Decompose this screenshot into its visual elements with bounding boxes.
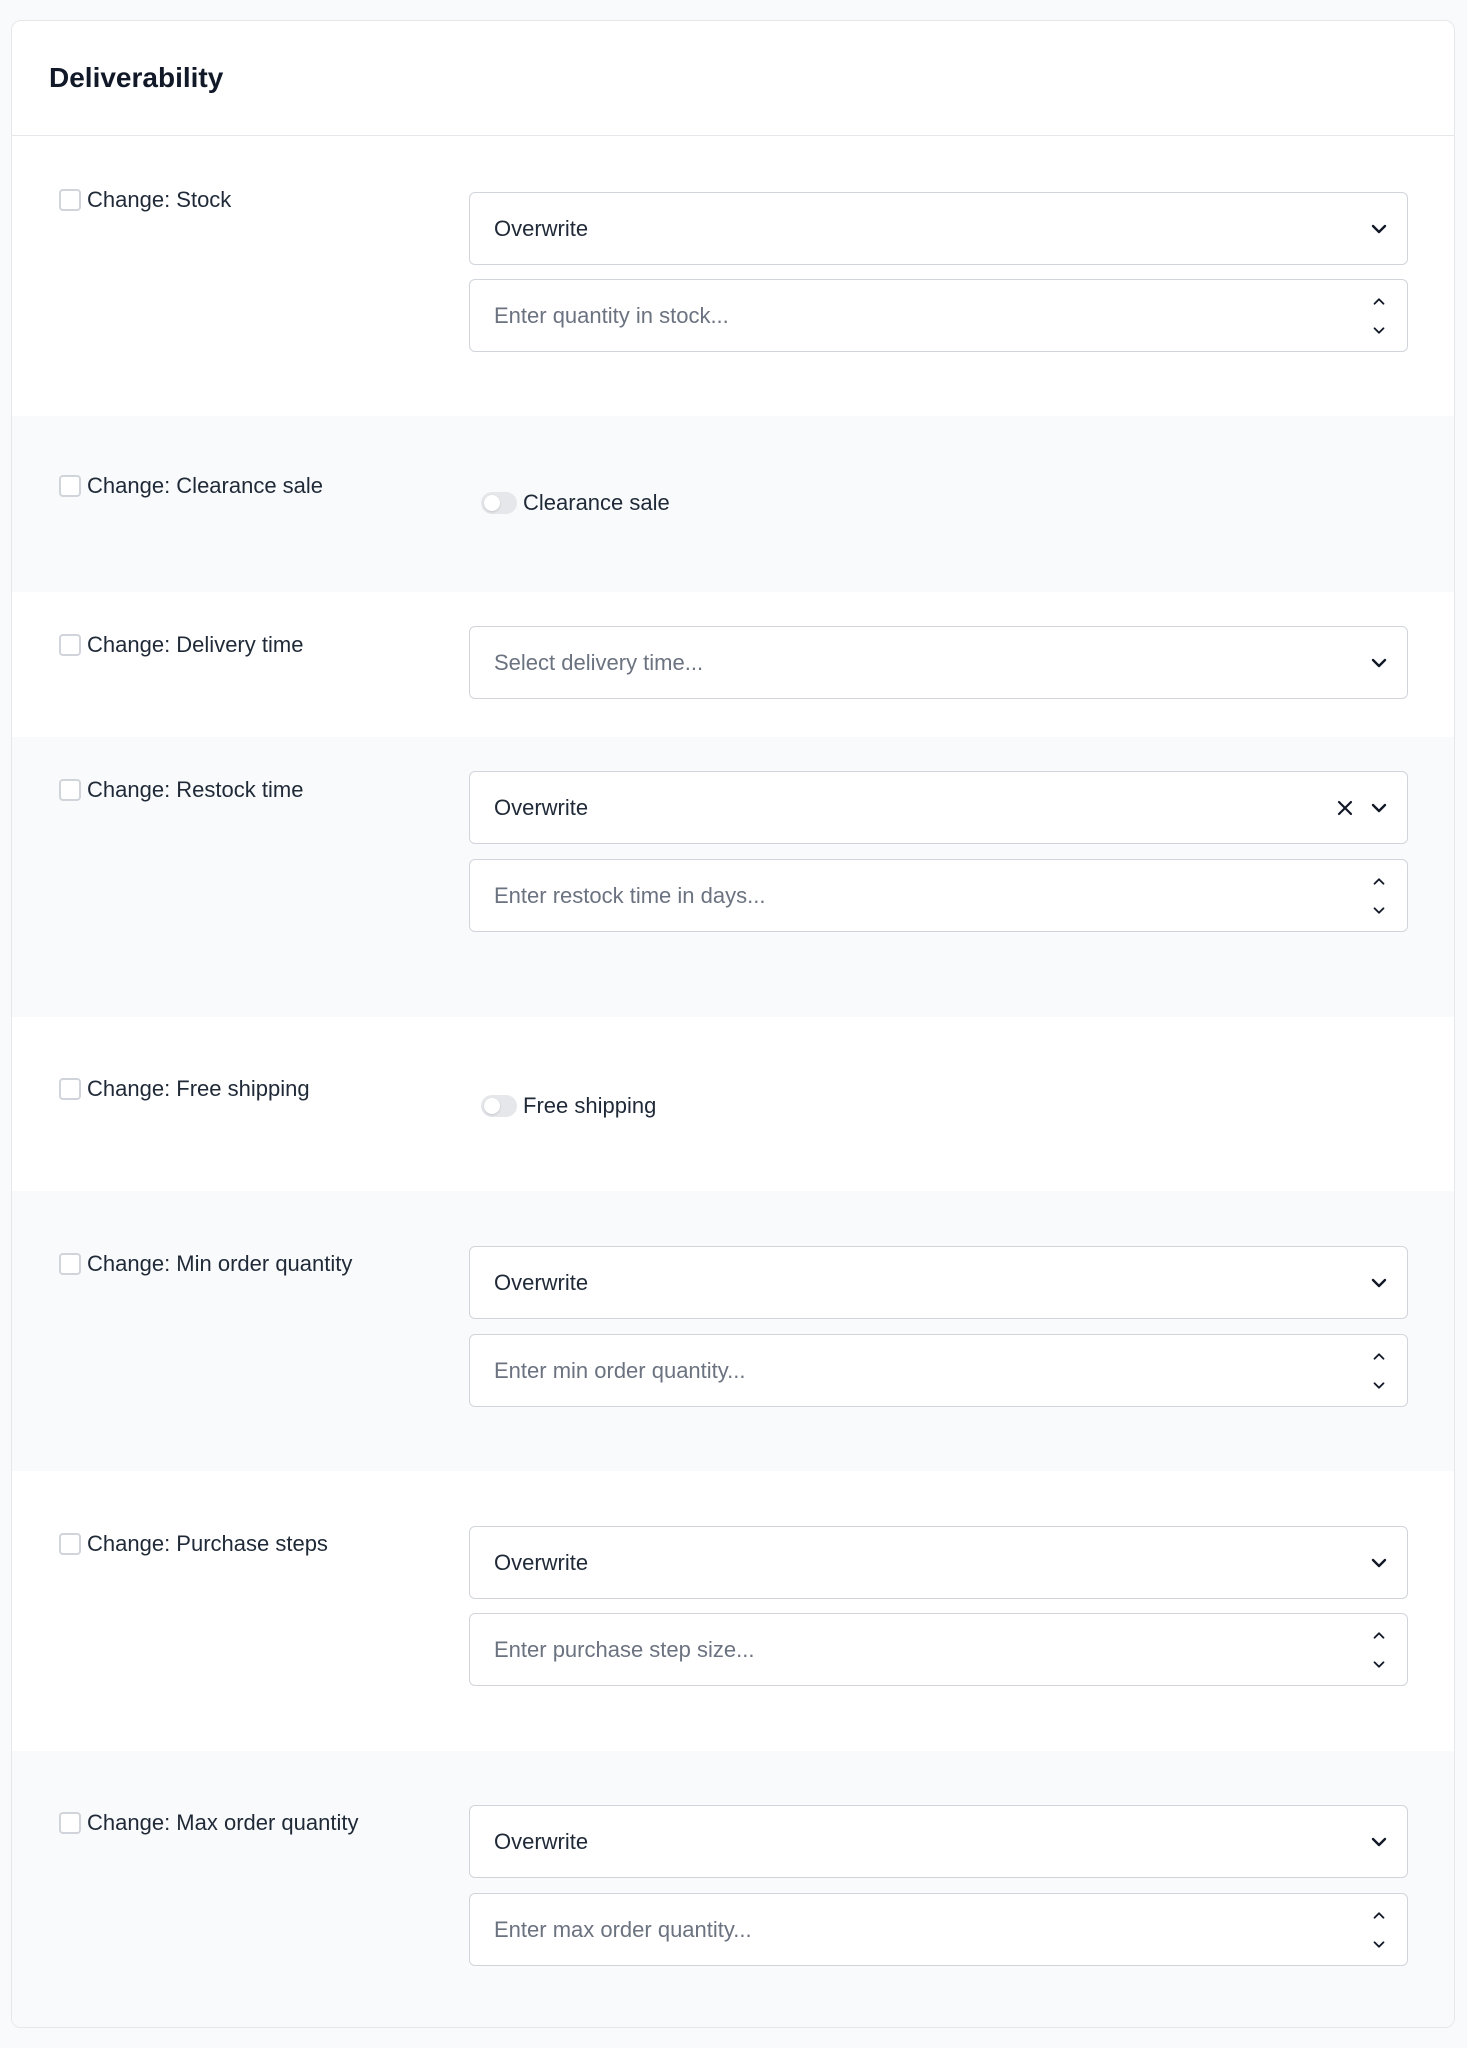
min-order-quantity-mode-value: Overwrite: [494, 1269, 589, 1295]
restock-time-stepper[interactable]: [1367, 870, 1391, 922]
restock-time-label: Change: Restock time: [87, 777, 304, 802]
row-label: Change: Restock time: [59, 777, 303, 803]
chevron-down-icon[interactable]: [1368, 1934, 1390, 1956]
close-icon[interactable]: [1333, 796, 1357, 820]
chevron-down-icon[interactable]: [1367, 217, 1391, 241]
row-free-shipping: Change: Free shipping Free shipping: [12, 1017, 1454, 1191]
max-order-quantity-stepper[interactable]: [1367, 1904, 1391, 1956]
min-order-quantity-input[interactable]: [494, 1357, 1367, 1384]
chevron-down-icon[interactable]: [1367, 1271, 1391, 1295]
chevron-down-icon[interactable]: [1367, 651, 1391, 675]
delivery-time-label: Change: Delivery time: [87, 632, 304, 657]
stock-mode-select[interactable]: Overwrite: [469, 192, 1408, 265]
clearance-sale-toggle[interactable]: [481, 492, 517, 514]
purchase-steps-mode-value: Overwrite: [494, 1549, 589, 1575]
chevron-down-icon[interactable]: [1368, 320, 1390, 342]
stock-quantity-input[interactable]: [494, 302, 1367, 329]
chevron-up-icon[interactable]: [1368, 1904, 1390, 1926]
chevron-down-icon[interactable]: [1367, 796, 1391, 820]
max-order-quantity-label: Change: Max order quantity: [87, 1810, 359, 1835]
delivery-time-placeholder: Select delivery time...: [494, 649, 704, 675]
chevron-down-icon[interactable]: [1367, 1830, 1391, 1854]
min-order-quantity-stepper[interactable]: [1367, 1345, 1391, 1397]
restock-time-mode-value: Overwrite: [494, 794, 589, 820]
clearance-sale-label: Change: Clearance sale: [87, 473, 324, 498]
row-label: Change: Clearance sale: [59, 473, 323, 499]
chevron-up-icon[interactable]: [1368, 290, 1390, 312]
row-restock-time: Change: Restock time Overwrite: [12, 737, 1454, 1017]
purchase-steps-stepper[interactable]: [1367, 1624, 1391, 1676]
clearance-sale-toggle-group: Clearance sale: [481, 490, 670, 516]
free-shipping-toggle-label: Free shipping: [523, 1093, 657, 1118]
free-shipping-label: Change: Free shipping: [87, 1076, 310, 1101]
clearance-sale-checkbox[interactable]: [59, 475, 81, 497]
free-shipping-checkbox[interactable]: [59, 1078, 81, 1100]
restock-time-checkbox[interactable]: [59, 779, 81, 801]
restock-time-input[interactable]: [494, 882, 1367, 909]
stock-quantity-stepper[interactable]: [1367, 290, 1391, 342]
chevron-down-icon[interactable]: [1368, 1375, 1390, 1397]
purchase-steps-mode-select[interactable]: Overwrite: [469, 1526, 1408, 1599]
delivery-time-select[interactable]: Select delivery time...: [469, 626, 1408, 699]
max-order-quantity-checkbox[interactable]: [59, 1812, 81, 1834]
min-order-quantity-field[interactable]: [469, 1334, 1408, 1407]
row-label: Change: Max order quantity: [59, 1810, 359, 1836]
delivery-time-checkbox[interactable]: [59, 634, 81, 656]
row-label: Change: Min order quantity: [59, 1251, 352, 1277]
stock-label: Change: Stock: [87, 187, 232, 212]
max-order-quantity-input[interactable]: [494, 1916, 1367, 1943]
card-header: Deliverability: [12, 21, 1454, 136]
chevron-up-icon[interactable]: [1368, 1345, 1390, 1367]
purchase-steps-checkbox[interactable]: [59, 1533, 81, 1555]
card-title: Deliverability: [49, 62, 224, 93]
row-max-order-quantity: Change: Max order quantity Overwrite: [12, 1751, 1454, 2027]
chevron-down-icon[interactable]: [1368, 900, 1390, 922]
row-label: Change: Stock: [59, 187, 231, 213]
toggle-knob: [484, 495, 500, 511]
chevron-down-icon[interactable]: [1368, 1654, 1390, 1676]
row-label: Change: Delivery time: [59, 632, 303, 658]
row-stock: Change: Stock Overwrite: [12, 136, 1454, 416]
stock-checkbox[interactable]: [59, 189, 81, 211]
clearance-sale-toggle-label: Clearance sale: [523, 490, 670, 515]
row-purchase-steps: Change: Purchase steps Overwrite: [12, 1471, 1454, 1751]
min-order-quantity-mode-select[interactable]: Overwrite: [469, 1246, 1408, 1319]
free-shipping-toggle[interactable]: [481, 1095, 517, 1117]
chevron-down-icon[interactable]: [1367, 1551, 1391, 1575]
max-order-quantity-mode-select[interactable]: Overwrite: [469, 1805, 1408, 1878]
max-order-quantity-mode-value: Overwrite: [494, 1828, 589, 1854]
row-label: Change: Free shipping: [59, 1076, 310, 1102]
stock-quantity-field[interactable]: [469, 279, 1408, 352]
min-order-quantity-label: Change: Min order quantity: [87, 1251, 353, 1276]
toggle-knob: [484, 1098, 500, 1114]
row-label: Change: Purchase steps: [59, 1531, 328, 1557]
restock-time-mode-select[interactable]: Overwrite: [469, 771, 1408, 844]
row-clearance-sale: Change: Clearance sale Clearance sale: [12, 416, 1454, 592]
max-order-quantity-field[interactable]: [469, 1893, 1408, 1966]
purchase-steps-field[interactable]: [469, 1613, 1408, 1686]
restock-time-field[interactable]: [469, 859, 1408, 932]
purchase-steps-label: Change: Purchase steps: [87, 1531, 328, 1556]
min-order-quantity-checkbox[interactable]: [59, 1253, 81, 1275]
row-delivery-time: Change: Delivery time Select delivery ti…: [12, 592, 1454, 737]
chevron-up-icon[interactable]: [1368, 870, 1390, 892]
row-min-order-quantity: Change: Min order quantity Overwrite: [12, 1191, 1454, 1471]
free-shipping-toggle-group: Free shipping: [481, 1093, 656, 1119]
purchase-steps-input[interactable]: [494, 1636, 1367, 1663]
deliverability-card: Deliverability Change: Stock Overwrite E…: [11, 20, 1455, 2028]
stock-mode-value: Overwrite: [494, 215, 589, 241]
chevron-up-icon[interactable]: [1368, 1624, 1390, 1646]
